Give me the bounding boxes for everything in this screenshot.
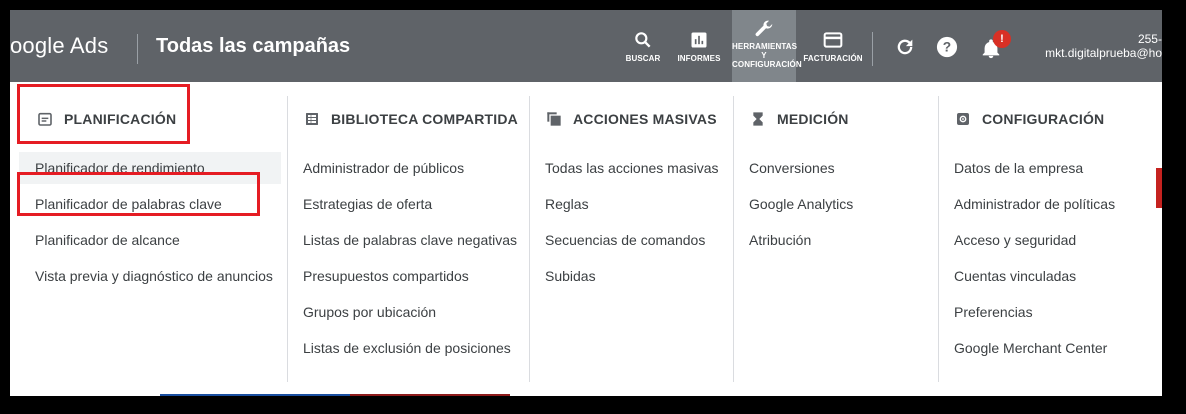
refresh-button[interactable] bbox=[894, 36, 916, 63]
menu-item-policy-manager[interactable]: Administrador de políticas bbox=[938, 188, 1115, 220]
menu-item-preferences[interactable]: Preferencias bbox=[938, 296, 1033, 328]
menu-item-ad-preview[interactable]: Vista previa y diagnóstico de anuncios bbox=[19, 260, 273, 292]
menu-item-linked-accounts[interactable]: Cuentas vinculadas bbox=[938, 260, 1076, 292]
tools-dropdown-panel: PLANIFICACIÓN Planificador de rendimient… bbox=[10, 82, 1162, 396]
screenshot-frame: oogle Ads Todas las campañas BUSCAR INFO… bbox=[0, 0, 1186, 414]
menu-item-location-groups[interactable]: Grupos por ubicación bbox=[287, 296, 436, 328]
menu-item-rules[interactable]: Reglas bbox=[529, 188, 589, 220]
bar-chart-icon bbox=[691, 32, 707, 48]
gear-icon bbox=[957, 113, 969, 125]
menu-item-keyword-planner[interactable]: Planificador de palabras clave bbox=[19, 188, 222, 220]
tools-label-line1: HERRAMIENTAS bbox=[732, 42, 798, 51]
library-icon bbox=[306, 113, 318, 125]
refresh-icon bbox=[897, 39, 913, 55]
tools-label-line2: Y bbox=[761, 51, 767, 60]
column-bulk-actions: ACCIONES MASIVAS Todas las acciones masi… bbox=[529, 82, 729, 382]
wrench-icon bbox=[755, 20, 773, 37]
calendar-icon bbox=[38, 112, 52, 126]
svg-text:?: ? bbox=[943, 40, 951, 55]
help-button[interactable]: ? bbox=[936, 36, 958, 63]
notification-badge: ! bbox=[993, 30, 1011, 48]
page-title[interactable]: Todas las campañas bbox=[156, 10, 350, 82]
menu-item-performance-planner[interactable]: Planificador de rendimiento bbox=[19, 152, 281, 184]
shared-library-heading-text: BIBLIOTECA COMPARTIDA bbox=[331, 111, 518, 127]
menu-item-scripts[interactable]: Secuencias de comandos bbox=[529, 224, 705, 256]
account-menu[interactable]: 255-719 mkt.digitalprueba@hotma bbox=[1022, 32, 1162, 60]
search-label: BUSCAR bbox=[625, 54, 661, 63]
reports-label: INFORMES bbox=[677, 54, 721, 63]
menu-item-audience-manager[interactable]: Administrador de públicos bbox=[287, 152, 464, 184]
menu-item-attribution[interactable]: Atribución bbox=[733, 224, 811, 256]
measurement-heading-text: MEDICIÓN bbox=[777, 111, 849, 127]
menu-item-google-merchant-center[interactable]: Google Merchant Center bbox=[938, 332, 1107, 364]
help-icon: ? bbox=[936, 36, 958, 58]
menu-item-access-security[interactable]: Acceso y seguridad bbox=[938, 224, 1076, 256]
copy-icon bbox=[547, 112, 561, 126]
tools-label-line3: CONFIGURACIÓN bbox=[732, 60, 802, 69]
column-measurement: MEDICIÓN Conversiones Google Analytics A… bbox=[733, 82, 933, 382]
brand-divider bbox=[137, 34, 138, 64]
brand-logo-text[interactable]: oogle Ads bbox=[10, 10, 108, 82]
top-bar: oogle Ads Todas las campañas BUSCAR INFO… bbox=[10, 10, 1162, 82]
menu-item-uploads[interactable]: Subidas bbox=[529, 260, 596, 292]
background-strip-red bbox=[350, 394, 510, 396]
menu-item-bid-strategies[interactable]: Estrategias de oferta bbox=[287, 188, 432, 220]
planning-heading-text: PLANIFICACIÓN bbox=[64, 111, 177, 127]
background-strip-blue bbox=[160, 394, 350, 396]
account-id: 255-719 bbox=[1137, 32, 1162, 46]
menu-item-conversions[interactable]: Conversiones bbox=[733, 152, 835, 184]
menu-item-negative-keyword-lists[interactable]: Listas de palabras clave negativas bbox=[287, 224, 517, 256]
billing-label: FACTURACIÓN bbox=[803, 54, 863, 63]
menu-item-google-analytics[interactable]: Google Analytics bbox=[733, 188, 853, 220]
account-email: mkt.digitalprueba@hotma bbox=[1045, 46, 1162, 60]
background-edge-red bbox=[1156, 168, 1162, 208]
toolbar-divider bbox=[872, 32, 873, 66]
menu-item-reach-planner[interactable]: Planificador de alcance bbox=[19, 224, 180, 256]
column-planning: PLANIFICACIÓN Planificador de rendimient… bbox=[19, 82, 281, 382]
reports-button[interactable]: INFORMES bbox=[674, 10, 724, 82]
billing-button[interactable]: FACTURACIÓN bbox=[802, 10, 864, 82]
search-icon bbox=[635, 32, 651, 48]
bulk-actions-heading-text: ACCIONES MASIVAS bbox=[573, 111, 717, 127]
tools-settings-button[interactable]: HERRAMIENTAS Y CONFIGURACIÓN bbox=[732, 10, 802, 82]
menu-item-business-data[interactable]: Datos de la empresa bbox=[938, 152, 1083, 184]
search-button[interactable]: BUSCAR bbox=[622, 10, 664, 82]
menu-item-all-bulk-actions[interactable]: Todas las acciones masivas bbox=[529, 152, 719, 184]
app-window: oogle Ads Todas las campañas BUSCAR INFO… bbox=[10, 10, 1162, 396]
column-shared-library: BIBLIOTECA COMPARTIDA Administrador de p… bbox=[287, 82, 527, 382]
menu-item-placement-exclusion-lists[interactable]: Listas de exclusión de posiciones bbox=[287, 332, 511, 364]
setup-heading-text: CONFIGURACIÓN bbox=[982, 111, 1105, 127]
credit-card-icon bbox=[823, 32, 843, 48]
column-setup: CONFIGURACIÓN Datos de la empresa Admini… bbox=[938, 82, 1153, 382]
menu-item-shared-budgets[interactable]: Presupuestos compartidos bbox=[287, 260, 469, 292]
hourglass-icon bbox=[753, 112, 763, 126]
